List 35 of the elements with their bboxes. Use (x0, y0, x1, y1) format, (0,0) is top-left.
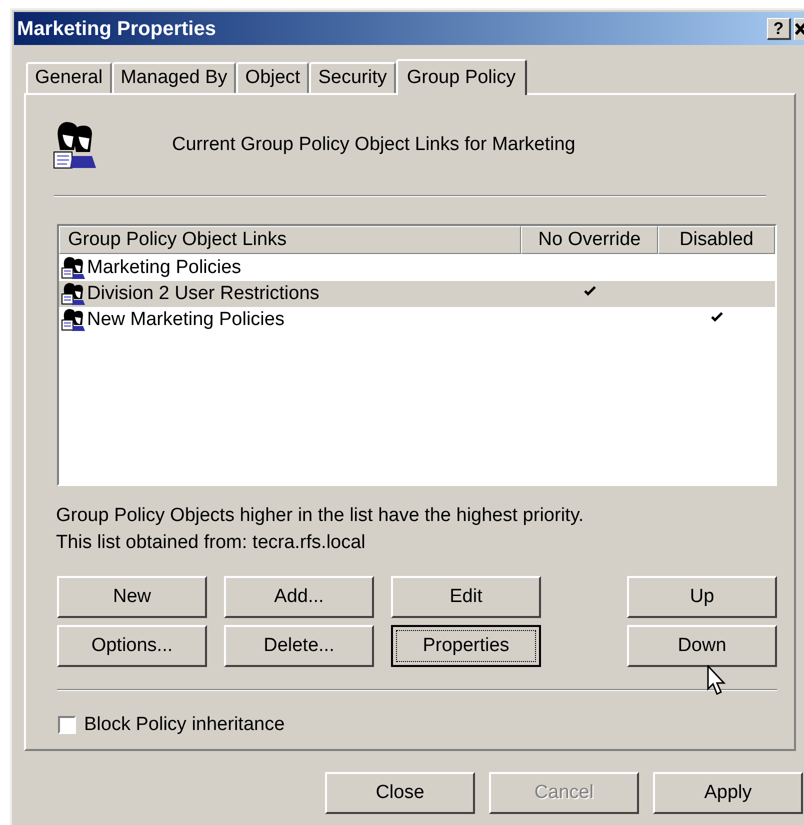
row-name: Division 2 User Restrictions (87, 282, 320, 306)
window-title: Marketing Properties (16, 16, 216, 42)
button[interactable]: Delete... (224, 625, 374, 667)
mouse-cursor-icon (707, 665, 727, 697)
button[interactable]: Down (627, 625, 777, 667)
close-button[interactable] (794, 18, 804, 40)
button[interactable]: Close (325, 772, 475, 814)
tab[interactable]: Group Policy (396, 59, 527, 95)
policy-icon (61, 282, 87, 306)
row-name: New Marketing Policies (87, 308, 284, 332)
button[interactable]: Edit (391, 576, 541, 618)
tab[interactable]: Security (309, 62, 396, 93)
column-header[interactable]: No Override (521, 226, 658, 254)
tab[interactable]: General (26, 62, 112, 93)
tab[interactable]: Managed By (112, 62, 236, 93)
checkbox-label[interactable]: Block Policy inheritance (84, 711, 285, 740)
button[interactable]: Add... (224, 576, 374, 618)
column-header[interactable]: Disabled (658, 226, 775, 254)
row-name: Marketing Policies (87, 256, 242, 280)
button[interactable]: Up (627, 576, 777, 618)
close-icon (795, 23, 804, 35)
button[interactable]: Options... (57, 625, 207, 667)
button[interactable]: New (57, 576, 207, 618)
button[interactable]: Properties (391, 625, 541, 667)
button[interactable]: Apply (653, 772, 803, 814)
help-button[interactable]: ? (767, 18, 791, 40)
column-header[interactable]: Group Policy Object Links (59, 226, 521, 254)
info-text: Group Policy Objects higher in the list have the highest priority. (56, 504, 585, 528)
policy-icon (61, 256, 87, 280)
heading-text: Current Group Policy Object Links for Marketing (172, 132, 576, 157)
list-row[interactable]: Division 2 User Restrictions (59, 281, 775, 307)
block-inheritance-checkbox[interactable] (58, 716, 76, 734)
info-text: This list obtained from: tecra.rfs.local (56, 531, 366, 555)
policy-icon (61, 308, 87, 332)
tab[interactable]: Object (236, 62, 310, 93)
